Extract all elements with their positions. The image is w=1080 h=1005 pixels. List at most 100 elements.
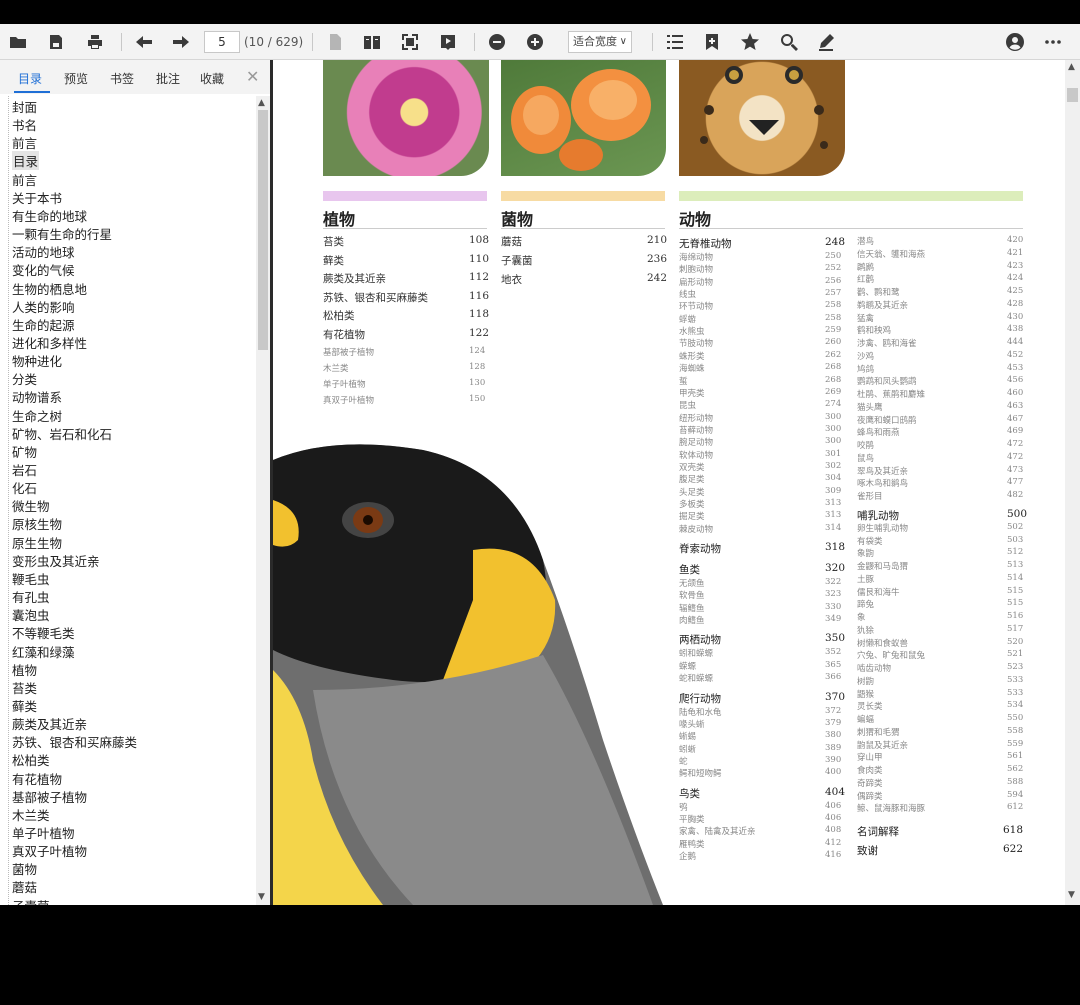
toc-item[interactable]: 囊泡虫 bbox=[12, 605, 50, 624]
toc-item[interactable]: 书名 bbox=[12, 115, 37, 134]
sidebar-scroll-thumb[interactable] bbox=[258, 110, 268, 350]
toc-entry-title: 脊索动物 bbox=[679, 543, 721, 556]
toc-entry: 昆虫 274 bbox=[679, 399, 841, 411]
sidebar-scrollbar[interactable]: ▲ ▼ bbox=[256, 96, 270, 905]
bookmark-icon[interactable] bbox=[699, 29, 725, 55]
toc-entry-title: 软骨鱼 bbox=[679, 591, 705, 602]
toc-item[interactable]: 有生命的地球 bbox=[12, 206, 87, 225]
toc-entry-title: 无颌鱼 bbox=[679, 579, 705, 590]
toc-item[interactable]: 蕨类及其近亲 bbox=[12, 714, 87, 733]
toc-entry-page: 438 bbox=[1007, 324, 1024, 335]
toc-entry: 啮齿动物 523 bbox=[857, 662, 1023, 674]
toc-item[interactable]: 真双子叶植物 bbox=[12, 841, 87, 860]
toc-item[interactable]: 有孔虫 bbox=[12, 587, 50, 606]
main-scrollbar[interactable]: ▲ ▼ bbox=[1065, 60, 1080, 905]
toc-item[interactable]: 关于本书 bbox=[12, 188, 62, 207]
main-scroll-thumb[interactable] bbox=[1067, 88, 1078, 102]
scroll-up-arrow-icon[interactable]: ▲ bbox=[258, 98, 265, 108]
back-arrow-icon[interactable] bbox=[131, 29, 157, 55]
toc-item[interactable]: 前言 bbox=[12, 170, 37, 189]
toc-item[interactable]: 人类的影响 bbox=[12, 297, 75, 316]
toc-item[interactable]: 矿物、岩石和化石 bbox=[12, 424, 112, 443]
toc-entry: 蛇 390 bbox=[679, 755, 841, 767]
toc-item[interactable]: 木兰类 bbox=[12, 805, 50, 824]
toc-item[interactable]: 活动的地球 bbox=[12, 242, 75, 261]
toc-item[interactable]: 动物谱系 bbox=[12, 387, 62, 406]
scroll-down-arrow-icon[interactable]: ▼ bbox=[258, 892, 265, 902]
toc-item[interactable]: 生命之树 bbox=[12, 406, 62, 425]
annotate-pen-icon[interactable] bbox=[813, 29, 839, 55]
tab-toc[interactable]: 目录 bbox=[18, 70, 42, 87]
toc-item[interactable]: 单子叶植物 bbox=[12, 823, 75, 842]
toc-entry: 鸟类 404 bbox=[679, 786, 845, 801]
toc-item[interactable]: 变化的气候 bbox=[12, 260, 75, 279]
toc-entry: 节肢动物 260 bbox=[679, 337, 841, 349]
presentation-icon[interactable] bbox=[435, 29, 461, 55]
toc-entry-title: 金鼹和马岛猬 bbox=[857, 562, 909, 572]
toc-item[interactable]: 苏铁、银杏和买麻藤类 bbox=[12, 732, 137, 751]
tab-annotations[interactable]: 批注 bbox=[156, 70, 180, 87]
toc-entry-page: 561 bbox=[1007, 751, 1024, 762]
tab-preview[interactable]: 预览 bbox=[64, 70, 88, 87]
toc-item[interactable]: 微生物 bbox=[12, 496, 50, 515]
print-icon[interactable] bbox=[82, 29, 108, 55]
tab-bookmarks[interactable]: 书签 bbox=[110, 70, 134, 87]
toc-entry-page: 379 bbox=[825, 717, 842, 728]
toc-entry: 穿山甲 561 bbox=[857, 751, 1023, 763]
toc-entry: 象 516 bbox=[857, 611, 1023, 623]
toc-item[interactable]: 物种进化 bbox=[12, 351, 62, 370]
open-folder-icon[interactable] bbox=[5, 29, 31, 55]
toc-entry-page: 380 bbox=[825, 730, 842, 741]
toc-item[interactable]: 分类 bbox=[12, 369, 37, 388]
toc-item[interactable]: 藓类 bbox=[12, 696, 37, 715]
toc-entry-title: 蜥蜴 bbox=[679, 732, 697, 743]
fullscreen-icon[interactable] bbox=[397, 29, 423, 55]
zoom-in-icon[interactable] bbox=[522, 29, 548, 55]
toc-item[interactable]: 原核生物 bbox=[12, 514, 62, 533]
toc-entry-page: 533 bbox=[1007, 674, 1024, 685]
toc-item[interactable]: 生命的起源 bbox=[12, 315, 75, 334]
toc-list-icon[interactable] bbox=[662, 29, 688, 55]
more-icon[interactable] bbox=[1040, 29, 1066, 55]
two-page-icon[interactable] bbox=[359, 29, 385, 55]
toc-item[interactable]: 原生生物 bbox=[12, 533, 62, 552]
toc-entry-page: 309 bbox=[825, 485, 842, 496]
toc-item[interactable]: 子囊菌 bbox=[12, 896, 50, 905]
forward-arrow-icon[interactable] bbox=[168, 29, 194, 55]
toc-item[interactable]: 不等鞭毛类 bbox=[12, 623, 75, 642]
toc-item[interactable]: 岩石 bbox=[12, 460, 37, 479]
tab-favorites[interactable]: 收藏 bbox=[200, 70, 224, 87]
page-icon[interactable] bbox=[322, 29, 348, 55]
toc-item[interactable]: 红藻和绿藻 bbox=[12, 642, 75, 661]
toc-item[interactable]: 菌物 bbox=[12, 859, 37, 878]
zoom-select[interactable]: 适合宽度 ∨ bbox=[568, 31, 632, 53]
toc-item[interactable]: 目录 bbox=[12, 151, 40, 171]
toc-entry: 脊索动物 318 bbox=[679, 541, 845, 556]
page-number-input[interactable]: 5 bbox=[204, 31, 240, 53]
toc-item[interactable]: 生物的栖息地 bbox=[12, 279, 87, 298]
toc-item[interactable]: 蘑菇 bbox=[12, 877, 37, 896]
toc-item[interactable]: 前言 bbox=[12, 133, 37, 152]
zoom-out-icon[interactable] bbox=[484, 29, 510, 55]
toc-item[interactable]: 苔类 bbox=[12, 678, 37, 697]
toc-item[interactable]: 矿物 bbox=[12, 442, 37, 461]
toc-item[interactable]: 封面 bbox=[12, 97, 37, 116]
search-icon[interactable] bbox=[776, 29, 802, 55]
toc-item[interactable]: 植物 bbox=[12, 660, 37, 679]
star-icon[interactable] bbox=[737, 29, 763, 55]
scroll-down-arrow-icon[interactable]: ▼ bbox=[1068, 890, 1075, 900]
scroll-up-arrow-icon[interactable]: ▲ bbox=[1068, 62, 1075, 72]
save-icon[interactable] bbox=[43, 29, 69, 55]
toc-item[interactable]: 松柏类 bbox=[12, 750, 50, 769]
account-icon[interactable] bbox=[1002, 29, 1028, 55]
toc-item[interactable]: 基部被子植物 bbox=[12, 787, 87, 806]
toc-item[interactable]: 化石 bbox=[12, 478, 37, 497]
toc-item[interactable]: 一颗有生命的行星 bbox=[12, 224, 112, 243]
toc-item[interactable]: 变形虫及其近亲 bbox=[12, 551, 100, 570]
toc-item[interactable]: 进化和多样性 bbox=[12, 333, 87, 352]
toc-entry: 子囊菌 236 bbox=[501, 253, 667, 268]
toc-item[interactable]: 有花植物 bbox=[12, 769, 62, 788]
toc-item[interactable]: 鞭毛虫 bbox=[12, 569, 50, 588]
close-icon[interactable]: ✕ bbox=[246, 67, 259, 86]
toc-entry-page: 517 bbox=[1007, 623, 1024, 634]
